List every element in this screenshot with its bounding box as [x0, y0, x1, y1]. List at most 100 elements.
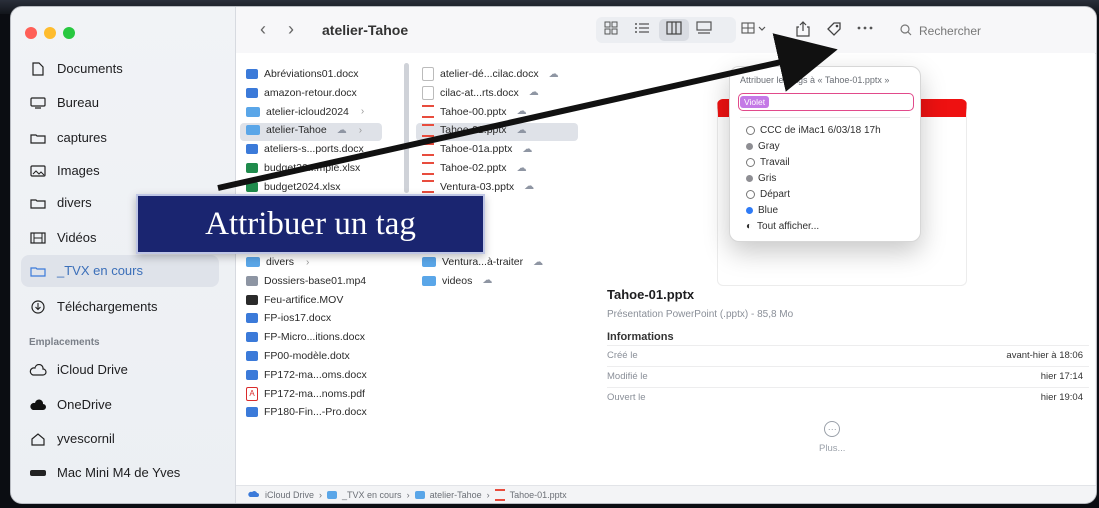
- file-row[interactable]: Ventura...à-traiter ☁: [422, 253, 543, 271]
- back-button[interactable]: ‹: [260, 19, 266, 40]
- sidebar-item-label: _TVX en cours: [57, 263, 143, 278]
- file-row[interactable]: Tahoe-01a.pptx ☁: [422, 140, 532, 158]
- info-value: avant-hier à 18:06: [1006, 350, 1083, 361]
- file-row[interactable]: A FP172-ma...noms.pdf: [246, 385, 365, 403]
- minimize-button[interactable]: [44, 27, 56, 39]
- word-document-icon: [246, 144, 258, 155]
- icon-view-icon[interactable]: [604, 21, 618, 38]
- column-1[interactable]: Abréviations01.docx amazon-retour.docx ate…: [236, 53, 413, 485]
- tag-color-icon: [746, 175, 753, 182]
- zoom-button[interactable]: [63, 27, 75, 39]
- word-document-icon: [246, 407, 258, 418]
- tag-option[interactable]: CCC de iMac1 6/03/18 17h: [746, 125, 881, 136]
- breadcrumb-item[interactable]: iCloud Drive: [265, 490, 314, 500]
- file-row[interactable]: atelier-Tahoe ☁ ›: [246, 121, 362, 139]
- cloud-icon: ☁: [516, 106, 527, 118]
- column-2[interactable]: atelier-dé...cilac.docx ☁ cilac-at...rts.d…: [412, 53, 598, 485]
- folder-icon: [29, 131, 47, 145]
- close-button[interactable]: [25, 27, 37, 39]
- search-field[interactable]: Rechercher: [900, 19, 1096, 43]
- sidebar-item-label: Vidéos: [57, 230, 97, 245]
- file-row[interactable]: cilac-at...rts.docx ☁: [422, 84, 539, 102]
- tag-option[interactable]: Départ: [746, 189, 790, 200]
- pptx-icon: [422, 180, 434, 194]
- home-icon: [29, 432, 47, 446]
- file-row[interactable]: atelier-dé...cilac.docx ☁: [422, 65, 559, 83]
- sidebar-item-telechargements[interactable]: Téléchargements: [29, 299, 157, 314]
- more-label: Plus...: [819, 443, 846, 454]
- tag-color-icon: [746, 207, 753, 214]
- file-row[interactable]: Tahoe-01.pptx ☁: [422, 121, 527, 139]
- tag-option[interactable]: Gray: [746, 141, 780, 152]
- tag-icon[interactable]: [826, 21, 842, 40]
- file-row[interactable]: FP00-modèle.dotx: [246, 347, 350, 365]
- file-name: atelier-dé...cilac.docx: [440, 68, 539, 80]
- word-document-icon: [246, 313, 258, 324]
- sidebar-location-mac[interactable]: Mac Mini M4 de Yves: [29, 465, 180, 480]
- file-row[interactable]: Feu-artifice.MOV: [246, 291, 343, 309]
- breadcrumb-item[interactable]: _TVX en cours: [342, 490, 402, 500]
- more-button[interactable]: ⋯ Plus...: [819, 421, 845, 454]
- file-row[interactable]: FP172-ma...oms.docx: [246, 366, 367, 384]
- file-name: FP-Micro...itions.docx: [264, 331, 365, 344]
- tag-label: Blue: [758, 205, 779, 216]
- sidebar-item-images[interactable]: Images: [29, 163, 100, 178]
- file-row[interactable]: Dossiers-base01.mp4: [246, 272, 366, 290]
- popover-title: Attribuer les tags à « Tahoe-01.pptx »: [740, 75, 890, 85]
- breadcrumb-item[interactable]: atelier-Tahoe: [430, 490, 482, 500]
- sidebar-item-documents[interactable]: Documents: [29, 61, 123, 76]
- tag-label: CCC de iMac1 6/03/18 17h: [760, 125, 881, 136]
- tag-option[interactable]: Travail: [746, 157, 790, 168]
- file-row[interactable]: FP-ios17.docx: [246, 309, 331, 327]
- file-name: FP172-ma...oms.docx: [264, 368, 367, 381]
- sidebar-item-divers[interactable]: divers: [29, 195, 92, 210]
- list-view-icon[interactable]: [634, 21, 650, 38]
- file-row[interactable]: ateliers-s...ports.docx: [246, 140, 364, 158]
- tag-option[interactable]: Gris: [746, 173, 776, 184]
- sidebar-location-icloud[interactable]: iCloud Drive: [29, 362, 128, 377]
- file-row[interactable]: divers ›: [246, 253, 309, 271]
- file-row[interactable]: Abréviations01.docx: [246, 65, 359, 83]
- tag-empty-icon: [746, 190, 755, 199]
- file-name: budget2024.xlsx: [264, 180, 341, 193]
- sidebar-item-captures[interactable]: captures: [29, 130, 107, 145]
- file-name: FP172-ma...noms.pdf: [264, 387, 365, 400]
- tag-option[interactable]: ◐ Tout afficher...: [746, 221, 819, 232]
- download-icon: [29, 299, 47, 314]
- sidebar-item-tvx-en-cours[interactable]: _TVX en cours: [29, 263, 143, 278]
- file-row[interactable]: budget20...mple.xlsx: [246, 159, 360, 177]
- file-row[interactable]: atelier-icloud2024 ›: [246, 103, 364, 121]
- tag-label: Tout afficher...: [757, 221, 820, 232]
- folder-icon: [29, 196, 47, 210]
- more-actions-icon[interactable]: [856, 21, 874, 38]
- onedrive-icon: [29, 398, 47, 412]
- sidebar-item-videos[interactable]: Vidéos: [29, 230, 97, 245]
- info-key: Modifié le: [607, 371, 648, 382]
- file-name: videos: [442, 274, 473, 287]
- file-row[interactable]: Tahoe-02.pptx ☁: [422, 159, 527, 177]
- share-icon[interactable]: [796, 21, 810, 40]
- file-subtitle: Présentation PowerPoint (.pptx) - 85,8 M…: [607, 309, 794, 320]
- folder-icon: [422, 257, 436, 267]
- gallery-view-icon[interactable]: [696, 21, 712, 38]
- file-name: FP00-modèle.dotx: [264, 350, 350, 362]
- sidebar-location-home[interactable]: yvescornil: [29, 431, 115, 446]
- tag-chip[interactable]: Violet: [740, 96, 770, 108]
- group-by-icon[interactable]: [741, 21, 769, 38]
- file-row[interactable]: amazon-retour.docx: [246, 84, 357, 102]
- scrollbar[interactable]: [404, 63, 409, 193]
- file-row[interactable]: videos ☁: [422, 272, 492, 290]
- forward-button[interactable]: ›: [288, 19, 294, 40]
- file-row[interactable]: Tahoe-00.pptx ☁: [422, 103, 527, 121]
- file-row[interactable]: FP180-Fin...-Pro.docx: [246, 403, 367, 421]
- breadcrumb-item[interactable]: Tahoe-01.pptx: [510, 490, 567, 500]
- sidebar-item-bureau[interactable]: Bureau: [29, 95, 99, 110]
- file-row[interactable]: FP-Micro...itions.docx: [246, 328, 365, 346]
- column-view-icon[interactable]: [666, 21, 682, 38]
- info-value: hier 19:04: [1040, 392, 1083, 403]
- cloud-icon: ☁: [482, 275, 493, 287]
- tag-option[interactable]: Blue: [746, 205, 778, 216]
- sidebar-section-title: Emplacements: [29, 337, 100, 348]
- cloud-icon: ☁: [548, 68, 559, 80]
- sidebar-location-onedrive[interactable]: OneDrive: [29, 397, 112, 412]
